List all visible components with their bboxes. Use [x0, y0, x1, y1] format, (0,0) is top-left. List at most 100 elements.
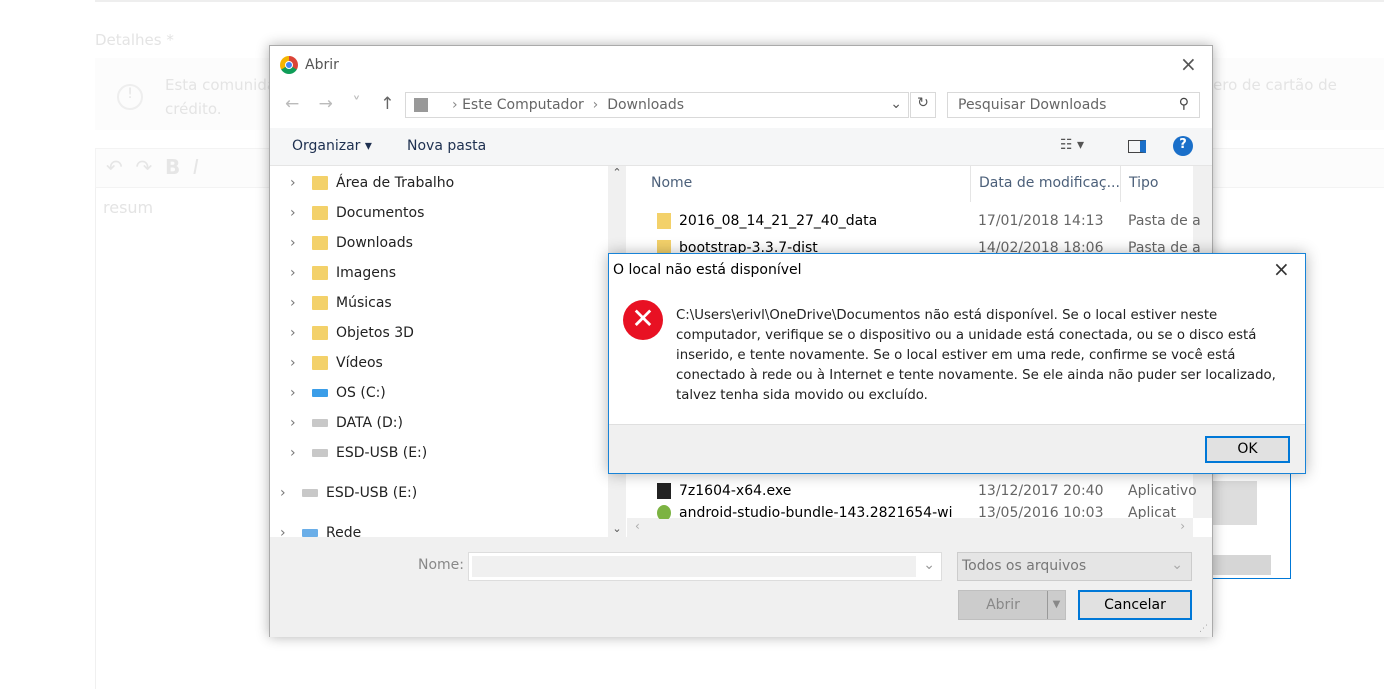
folder-icon [657, 213, 671, 229]
file-row[interactable]: 7z1604-x64.exe 13/12/2017 20:40 Aplicativo [657, 478, 1197, 504]
nav-item[interactable]: › OS (C:) [290, 378, 386, 408]
chevron-right-icon[interactable]: › [280, 485, 294, 501]
error-dialog: O local não está disponível × ✕ C:\Users… [608, 253, 1306, 474]
horizontal-scrollbar[interactable]: ‹ › [627, 518, 1193, 537]
nav-item-label: OS (C:) [336, 385, 386, 401]
nav-item[interactable]: › Vídeos [290, 348, 383, 378]
chevron-right-icon[interactable]: › [280, 525, 294, 537]
column-name[interactable]: Nome [643, 166, 971, 202]
usb-drive-icon [302, 489, 318, 497]
organize-button[interactable]: Organizar ▾ [292, 138, 372, 154]
close-button[interactable]: × [1180, 52, 1197, 76]
downloads-icon [312, 236, 328, 250]
ok-button[interactable]: OK [1205, 436, 1290, 463]
nav-item[interactable]: › Músicas [290, 288, 392, 318]
filename-label: Nome: [418, 557, 465, 573]
nav-item-label: ESD-USB (E:) [326, 485, 418, 501]
chevron-right-icon[interactable]: › [290, 295, 304, 311]
chevron-right-icon[interactable]: › [290, 385, 304, 401]
resize-grip[interactable]: ⋰ [1199, 624, 1208, 634]
preview-pane-icon[interactable] [1128, 140, 1146, 153]
downloads-icon [414, 98, 428, 112]
toolbar: Organizar ▾ Nova pasta ☷ ▾ ? [270, 128, 1212, 166]
navigation-pane: › Área de Trabalho › Documentos › Downloads › I… [270, 166, 626, 537]
desktop-folder-icon [312, 176, 328, 190]
network-icon [302, 529, 318, 537]
breadcrumb-downloads[interactable]: Downloads [607, 97, 684, 113]
nav-item-label: Imagens [336, 265, 397, 281]
dialog-footer: Nome: ⌄ Todos os arquivos ⌄ Abrir ▼ Cancel… [270, 537, 1212, 637]
file-row[interactable]: android-studio-bundle-143.2821654-wi 13/0… [657, 505, 1177, 519]
address-bar[interactable]: › Este Computador › Downloads ⌄ [405, 92, 909, 118]
file-date: 13/05/2016 10:03 [978, 505, 1104, 519]
notice-text-end: ero de cartão de [1213, 76, 1337, 94]
notice-text-line2: crédito. [165, 100, 222, 118]
open-button[interactable]: Abrir ▼ [958, 590, 1066, 620]
breadcrumb-computer[interactable]: Este Computador [462, 97, 584, 113]
drive-icon [312, 419, 328, 427]
file-name: android-studio-bundle-143.2821654-wi [679, 505, 953, 519]
nav-item-label: Músicas [336, 295, 392, 311]
chevron-right-icon[interactable]: › [290, 175, 304, 191]
nav-item-label: Vídeos [336, 355, 383, 371]
filename-input[interactable]: ⌄ [468, 552, 942, 581]
chevron-right-icon[interactable]: › [290, 265, 304, 281]
chevron-right-icon[interactable]: › [290, 415, 304, 431]
new-folder-button[interactable]: Nova pasta [407, 138, 486, 154]
nav-item[interactable]: › Área de Trabalho [290, 168, 454, 198]
nav-item-label: Área de Trabalho [336, 175, 455, 191]
filetype-select[interactable]: Todos os arquivos ⌄ [957, 552, 1192, 581]
file-date: 13/12/2017 20:40 [978, 483, 1104, 499]
nav-item-label: Downloads [336, 235, 413, 251]
chevron-right-icon[interactable]: › [290, 235, 304, 251]
nav-item[interactable]: › ESD-USB (E:) [280, 478, 417, 508]
dialog-title: Abrir [305, 57, 339, 73]
editor-border [95, 188, 96, 689]
nav-item-label: Objetos 3D [336, 325, 414, 341]
videos-icon [312, 356, 328, 370]
view-options-icon[interactable]: ☷ ▾ [1060, 137, 1084, 153]
nav-item-label: Rede [326, 525, 362, 537]
nav-item[interactable]: › Documentos [290, 198, 424, 228]
file-type: Pasta de a [1128, 213, 1201, 229]
editor-text[interactable]: resum [103, 198, 153, 217]
column-date[interactable]: Data de modificaç... [971, 166, 1121, 202]
pictures-icon [312, 266, 328, 280]
drive-icon [312, 389, 328, 397]
nav-item[interactable]: › Imagens [290, 258, 396, 288]
error-footer: OK [609, 424, 1305, 473]
error-close-button[interactable]: × [1273, 257, 1290, 281]
chevron-right-icon[interactable]: › [290, 325, 304, 341]
usb-drive-icon [312, 449, 328, 457]
help-icon[interactable]: ? [1173, 136, 1193, 156]
search-input[interactable]: Pesquisar Downloads ⚲ [947, 92, 1200, 118]
search-icon: ⚲ [1178, 96, 1189, 112]
file-type: Aplicativo [1128, 505, 1177, 519]
nav-item[interactable]: › ESD-USB (E:) [290, 438, 427, 468]
error-title: O local não está disponível [613, 262, 802, 278]
file-icon [657, 483, 671, 499]
file-icon [657, 505, 671, 519]
file-date: 17/01/2018 14:13 [978, 213, 1104, 229]
nav-buttons[interactable]: ← → ˅ ↑ [285, 94, 394, 114]
refresh-button[interactable]: ↻ [910, 92, 936, 118]
chevron-right-icon[interactable]: › [290, 355, 304, 371]
error-icon: ✕ [623, 300, 663, 340]
file-name: 2016_08_14_21_27_40_data [679, 213, 878, 229]
nav-item-label: DATA (D:) [336, 415, 403, 431]
nav-item[interactable]: › Rede [280, 518, 361, 537]
music-icon [312, 296, 328, 310]
nav-item[interactable]: › Objetos 3D [290, 318, 414, 348]
nav-item[interactable]: › Downloads [290, 228, 413, 258]
cancel-button[interactable]: Cancelar [1078, 590, 1192, 620]
chrome-icon [280, 56, 298, 74]
nav-item[interactable]: › DATA (D:) [290, 408, 403, 438]
file-row[interactable]: 2016_08_14_21_27_40_data 17/01/2018 14:13… [657, 208, 1201, 234]
chevron-right-icon[interactable]: › [290, 445, 304, 461]
chevron-right-icon[interactable]: › [290, 205, 304, 221]
objects3d-icon [312, 326, 328, 340]
nav-item-label: ESD-USB (E:) [336, 445, 428, 461]
column-type[interactable]: Tipo [1121, 166, 1191, 202]
file-type: Aplicativo [1128, 483, 1197, 499]
chevron-down-icon[interactable]: ⌄ [890, 96, 902, 112]
